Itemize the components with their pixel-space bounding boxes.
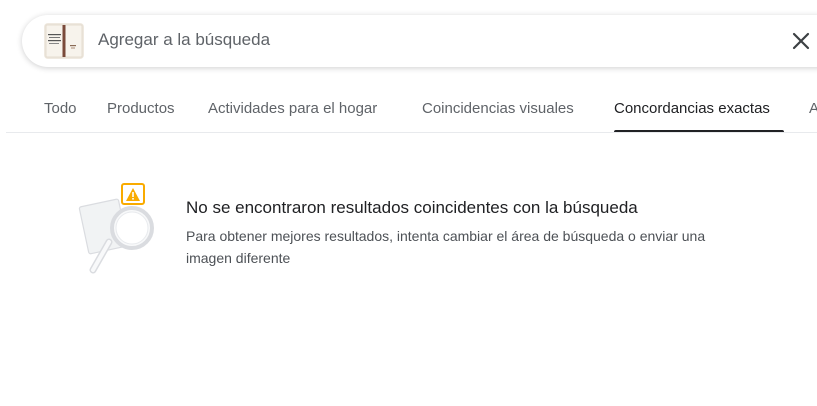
clear-search-button[interactable] <box>786 26 816 56</box>
search-image-thumbnail[interactable] <box>44 23 84 59</box>
empty-state-title: No se encontraron resultados coincidente… <box>186 198 638 217</box>
visual-search-page: Todo Productos Actividades para el hogar… <box>0 0 817 406</box>
tab-more[interactable]: A <box>809 100 817 117</box>
tabs-divider <box>6 132 817 133</box>
close-icon <box>792 32 810 50</box>
result-tabs: Todo Productos Actividades para el hogar… <box>0 86 817 134</box>
empty-state-description: Para obtener mejores resultados, intenta… <box>186 228 706 266</box>
search-bar <box>22 15 817 67</box>
tab-coincidencias-visuales[interactable]: Coincidencias visuales <box>422 100 574 117</box>
no-results-magnifier-icon <box>78 183 154 274</box>
tab-todo[interactable]: Todo <box>44 100 77 117</box>
tab-concordancias-exactas[interactable]: Concordancias exactas <box>614 100 770 117</box>
warning-icon <box>121 183 145 205</box>
book-cover-thumbnail-icon <box>44 23 84 59</box>
tab-actividades-hogar[interactable]: Actividades para el hogar <box>208 100 377 117</box>
search-input[interactable] <box>98 24 738 56</box>
tab-productos[interactable]: Productos <box>107 100 175 117</box>
